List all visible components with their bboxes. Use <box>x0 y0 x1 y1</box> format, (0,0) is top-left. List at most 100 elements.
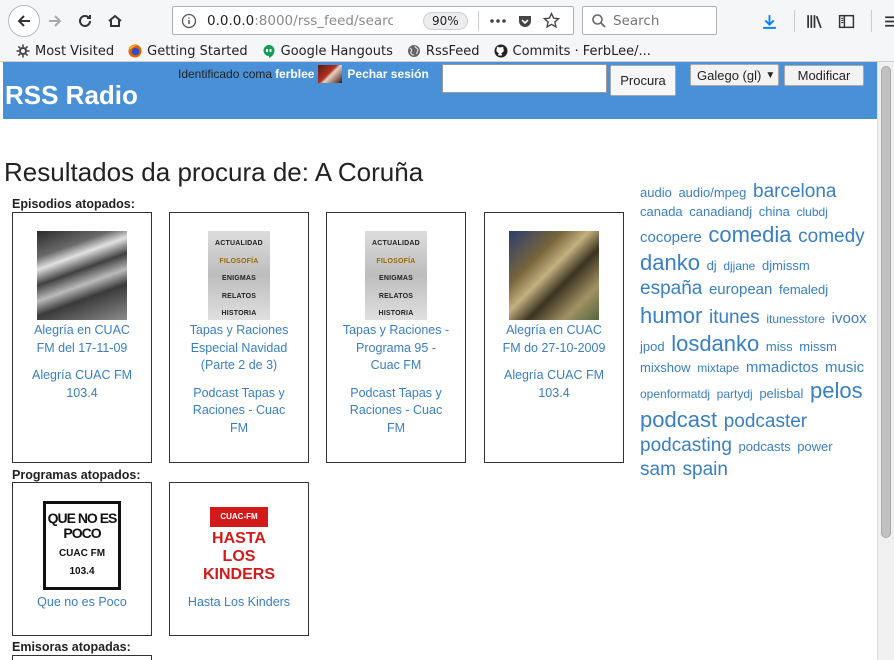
episode-program[interactable]: Alegría CUAC FM 103.4 <box>27 367 137 402</box>
program-logo[interactable]: CUAC-FM HASTA LOS KINDERS <box>194 501 284 590</box>
program-logo[interactable]: QUE NO ES POCO CUAC FM 103.4 <box>43 501 121 590</box>
bookmark-getting-started[interactable]: Getting Started <box>128 44 248 59</box>
episode-card[interactable]: ACTUALIDAD FILOSOFÍA ENIGMAS RELATOS HIS… <box>169 212 309 463</box>
tag-link[interactable]: pelos <box>810 378 863 403</box>
forward-button[interactable] <box>40 6 70 36</box>
tag-link[interactable]: missm <box>799 339 837 354</box>
scrollbar[interactable] <box>877 62 894 660</box>
thumb-text: HISTORIA <box>221 310 257 317</box>
tag-link[interactable]: spain <box>683 459 728 480</box>
tag-link[interactable]: podcaster <box>724 411 807 432</box>
tag-link[interactable]: pelisbal <box>759 386 803 401</box>
tag-link[interactable]: jpod <box>640 339 665 354</box>
modify-button[interactable]: Modificar <box>784 65 864 86</box>
back-button[interactable] <box>8 4 40 37</box>
home-button[interactable] <box>100 6 130 36</box>
url-text[interactable]: 0.0.0.0:8000/rss_feed/search <box>207 13 393 29</box>
episode-card[interactable]: Alegría en CUAC FM del 17-11-09 Alegría … <box>12 212 152 463</box>
tag-link[interactable]: miss <box>766 339 793 354</box>
tag-link[interactable]: podcasting <box>640 435 732 456</box>
episode-card[interactable]: ACTUALIDAD FILOSOFÍA ENIGMAS RELATOS HIS… <box>326 212 466 463</box>
tag-link[interactable]: dj <box>707 258 717 273</box>
firefox-icon <box>128 44 142 58</box>
star-icon[interactable] <box>542 12 560 29</box>
tag-link[interactable]: comedy <box>798 226 865 247</box>
pocket-icon[interactable] <box>517 13 533 29</box>
station-card[interactable] <box>12 655 152 660</box>
episode-thumbnail[interactable] <box>37 231 127 320</box>
username-link[interactable]: ferblee <box>275 67 314 81</box>
zoom-badge[interactable]: 90% <box>423 11 468 30</box>
tag-link[interactable]: openformatdj <box>640 387 710 401</box>
bookmark-most-visited[interactable]: Most Visited <box>16 44 114 59</box>
episode-title[interactable]: Alegría en CUAC FM del 17-11-09 <box>27 322 137 357</box>
bookmark-rssfeed[interactable]: RssFeed <box>407 44 480 59</box>
bookmark-google-hangouts[interactable]: Google Hangouts <box>262 44 393 59</box>
tag-link[interactable]: losdanko <box>671 331 759 356</box>
site-search-input[interactable] <box>442 64 607 93</box>
program-card[interactable]: CUAC-FM HASTA LOS KINDERS Hasta Los Kind… <box>169 482 309 636</box>
tag-link[interactable]: itunesstore <box>766 312 825 326</box>
episode-program[interactable]: Podcast Tapas y Raciones - Cuac FM <box>184 385 294 438</box>
episode-card[interactable]: Alegría en CUAC FM do 27-10-2009 Alegría… <box>484 212 624 463</box>
tag-link[interactable]: clubdj <box>797 205 828 219</box>
episode-title[interactable]: Tapas y Raciones Especial Navidad (Parte… <box>184 322 294 375</box>
tag-link[interactable]: femaledj <box>779 282 828 297</box>
tag-link[interactable]: power <box>797 439 832 454</box>
tag-link[interactable]: canada <box>640 204 683 219</box>
tag-link[interactable]: audio/mpeg <box>678 185 746 200</box>
sidebar-icon[interactable] <box>833 8 859 34</box>
tag-link[interactable]: ivoox <box>832 310 867 327</box>
url-bar[interactable]: 0.0.0.0:8000/rss_feed/search 90% <box>172 6 574 35</box>
episode-program[interactable]: Alegría CUAC FM 103.4 <box>499 367 609 402</box>
tag-link[interactable]: itunes <box>709 307 760 328</box>
episode-title[interactable]: Alegría en CUAC FM do 27-10-2009 <box>499 322 609 357</box>
library-icon[interactable] <box>801 8 827 34</box>
tag-link[interactable]: sam <box>640 459 676 480</box>
site-title[interactable]: RSS Radio <box>5 80 138 111</box>
program-title[interactable]: Que no es Poco <box>27 594 137 612</box>
hangouts-icon <box>262 44 276 58</box>
avatar[interactable] <box>318 65 343 83</box>
tag-link[interactable]: mmadictos <box>746 359 819 376</box>
tag-link[interactable]: comedia <box>708 222 791 247</box>
tag-link[interactable]: podcasts <box>739 439 791 454</box>
tag-link[interactable]: danko <box>640 250 700 275</box>
more-actions-icon[interactable] <box>489 18 507 24</box>
browser-search-bar[interactable] <box>582 6 717 35</box>
language-select[interactable]: Galego (gl) ▼ <box>690 64 779 86</box>
episode-thumbnail[interactable]: ACTUALIDAD FILOSOFÍA ENIGMAS RELATOS HIS… <box>365 231 427 320</box>
tag-link[interactable]: barcelona <box>753 181 836 202</box>
search-button[interactable]: Procura <box>610 65 676 96</box>
tag-link[interactable]: mixshow <box>640 360 691 375</box>
tag-link[interactable]: españa <box>640 278 702 299</box>
tag-link[interactable]: european <box>709 281 772 298</box>
tag-link[interactable]: audio <box>640 185 672 200</box>
tag-link[interactable]: djjane <box>723 259 755 273</box>
tag-link[interactable]: humor <box>640 303 702 328</box>
tag-link[interactable]: canadiandj <box>689 204 752 219</box>
episode-title[interactable]: Tapas y Raciones - Programa 95 - Cuac FM <box>341 322 451 375</box>
reload-button[interactable] <box>70 6 100 36</box>
tag-link[interactable]: djmissm <box>762 258 810 273</box>
logout-link[interactable]: Pechar sesión <box>347 67 428 81</box>
program-card[interactable]: QUE NO ES POCO CUAC FM 103.4 Que no es P… <box>12 482 152 636</box>
browser-search-input[interactable] <box>613 12 708 29</box>
tag-link[interactable]: music <box>825 359 864 376</box>
tag-link[interactable]: partydj <box>717 387 753 401</box>
tag-link[interactable]: mixtape <box>697 361 739 375</box>
episode-thumbnail[interactable] <box>509 231 599 320</box>
episode-thumbnail[interactable]: ACTUALIDAD FILOSOFÍA ENIGMAS RELATOS HIS… <box>208 231 270 320</box>
thumb-text: ACTUALIDAD <box>215 240 263 247</box>
info-icon[interactable] <box>181 13 201 29</box>
bookmark-commits[interactable]: Commits · FerbLee/... <box>494 44 651 59</box>
tag-link[interactable]: cocopere <box>640 229 702 246</box>
download-icon[interactable] <box>756 8 782 34</box>
tag-link[interactable]: podcast <box>640 407 717 432</box>
episode-program[interactable]: Podcast Tapas y Raciones - Cuac FM <box>341 385 451 438</box>
scrollbar-thumb[interactable] <box>881 66 891 538</box>
tag-link[interactable]: china <box>759 204 790 219</box>
bookmark-label: Getting Started <box>147 43 248 59</box>
menu-icon[interactable] <box>878 8 894 34</box>
program-title[interactable]: Hasta Los Kinders <box>184 594 294 612</box>
